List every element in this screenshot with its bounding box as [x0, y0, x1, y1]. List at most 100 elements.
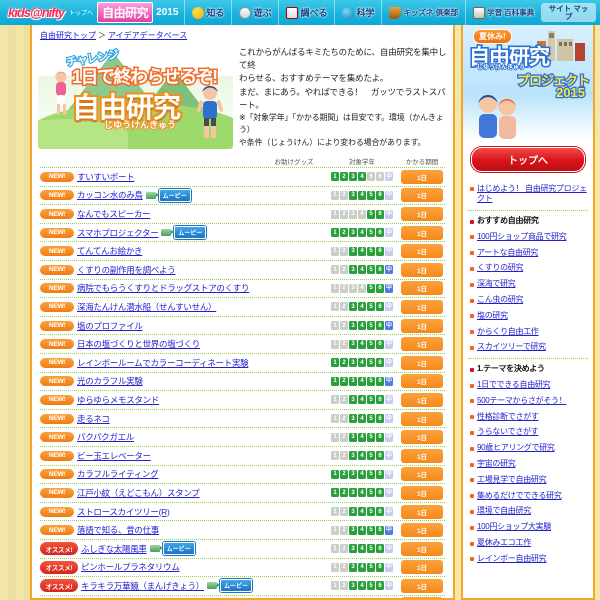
idea-link[interactable]: なんでもスピーカー	[77, 208, 151, 220]
sidebar-item[interactable]: 塩の研究	[468, 308, 588, 324]
idea-link[interactable]: 光のカラフル実験	[77, 375, 143, 387]
bullet-icon	[470, 330, 474, 335]
idea-link[interactable]: 病院でもらうくすりとドラッグストアのくすり	[77, 282, 250, 294]
sidebar-item[interactable]: レインボー自由研究	[468, 551, 588, 567]
movie-badge[interactable]: ムービー	[162, 542, 195, 556]
nav-item-encyclopedia[interactable]: 学習 百科事典	[465, 0, 541, 25]
kidsnifty-logo[interactable]: kids@nifty	[6, 5, 66, 20]
new-badge[interactable]: NEW!	[40, 506, 74, 517]
new-badge[interactable]: NEW!	[40, 525, 74, 536]
idea-link[interactable]: キラキラ万華鏡（まんげきょう）	[81, 580, 204, 592]
new-badge[interactable]: NEW!	[40, 301, 74, 312]
sidebar-item[interactable]: 宇宙の研究	[468, 457, 588, 473]
gn-top-link[interactable]: トップへ	[69, 8, 93, 17]
sidebar-item[interactable]: 夏休みエコ工作	[468, 536, 588, 552]
idea-link[interactable]: カッコン水のみ鳥	[77, 189, 143, 201]
idea-link[interactable]: 走るネコ	[77, 413, 110, 425]
sitemap-link[interactable]: サイト マップ	[541, 2, 596, 23]
grade-badge-3: 3	[349, 581, 357, 591]
new-badge[interactable]: NEW!	[40, 227, 74, 238]
sidebar-top-button[interactable]: トップへ	[471, 147, 585, 172]
new-badge[interactable]: NEW!	[40, 357, 74, 368]
new-badge[interactable]: NEW!	[40, 339, 74, 350]
nav-item-asobu[interactable]: 遊ぶ	[231, 0, 278, 25]
sidebar-item[interactable]: 環境で自由研究	[468, 504, 588, 520]
sidebar-item[interactable]: 1日でできる自由研究	[468, 378, 588, 394]
sidebar-item[interactable]: はじめよう！ 自由研究プロジェクト	[468, 181, 588, 208]
idea-link[interactable]: カラフルライティング	[77, 468, 159, 480]
breadcrumb-home[interactable]: 自由研究トップ	[40, 31, 96, 40]
nav-item-kagaku[interactable]: 科学	[334, 0, 381, 25]
bullet-icon	[470, 266, 474, 271]
sidebar-item[interactable]: 集めるだけでできる研究	[468, 488, 588, 504]
new-badge[interactable]: NEW!	[40, 190, 74, 201]
new-badge[interactable]: NEW!	[40, 246, 74, 257]
gn-title[interactable]: 自由研究	[97, 2, 154, 23]
movie-badge[interactable]: ムービー	[220, 579, 253, 593]
sidebar-item[interactable]: 性格診断でさがす	[468, 409, 588, 425]
idea-link[interactable]: スマホプロジェクター	[77, 227, 159, 239]
movie-badge[interactable]: ムービー	[174, 226, 207, 240]
grade-badge-中: 中	[385, 172, 393, 182]
sidebar-item[interactable]: こん虫の研究	[468, 293, 588, 309]
new-badge[interactable]: NEW!	[40, 283, 74, 294]
sidebar-item[interactable]: くすりの研究	[468, 261, 588, 277]
idea-link[interactable]: ストロースカイツリー(R)	[77, 506, 170, 518]
grade-badge-1: 1	[331, 544, 339, 554]
recommended-badge[interactable]: オススメ!	[40, 542, 78, 556]
idea-link[interactable]: 日本の塩づくりと世界の塩づくり	[77, 338, 200, 350]
movie-badge[interactable]: ムービー	[158, 188, 191, 202]
new-badge[interactable]: NEW!	[40, 469, 74, 480]
hero-banner[interactable]: チャレンジ 1日で終わらせるぞ! 自由研究 じゆうけんきゅう	[38, 44, 233, 149]
table-row: NEW! カラフルライティング 1 2 3 4 5 6 中 1日	[40, 466, 445, 485]
new-badge[interactable]: NEW!	[40, 487, 74, 498]
new-badge[interactable]: NEW!	[40, 264, 74, 275]
nav-item-shiru[interactable]: 知る	[184, 0, 231, 25]
idea-link[interactable]: すいすいボート	[77, 171, 135, 183]
sidebar-item[interactable]: スカイツリーで研究	[468, 340, 588, 356]
row-title-cell: NEW! なんでもスピーカー	[40, 208, 263, 220]
new-badge[interactable]: NEW!	[40, 432, 74, 443]
idea-link[interactable]: ビー玉エレベーター	[77, 450, 151, 462]
sidebar-item[interactable]: からくり自由工作	[468, 324, 588, 340]
new-badge[interactable]: NEW!	[40, 413, 74, 424]
idea-link[interactable]: 塩のプロファイル	[77, 320, 143, 332]
nav-item-shiraberu[interactable]: 調べる	[278, 0, 334, 25]
new-badge[interactable]: NEW!	[40, 209, 74, 220]
idea-link[interactable]: パクパクガエル	[77, 431, 134, 443]
sidebar-item[interactable]: 工場見学で自由研究	[468, 472, 588, 488]
sidebar-item[interactable]: 100円ショップ商品で研究	[468, 229, 588, 245]
idea-link[interactable]: レインボールームでカラーコーディネート実験	[77, 357, 249, 369]
new-badge[interactable]: NEW!	[40, 450, 74, 461]
nav-item-kidsnet-club[interactable]: キッズネ 倶楽部	[381, 0, 465, 25]
idea-link[interactable]: ピンホールプラネタリウム	[81, 561, 180, 573]
sidebar-group: 1.テーマを決めよう 1日でできる自由研究 500テーマからさがそう！ 性格診断でさが…	[468, 357, 588, 569]
sidebar-item[interactable]: 500テーマからさがそう！	[468, 393, 588, 409]
breadcrumb-current[interactable]: アイデアデータベース	[108, 31, 187, 40]
recommended-badge[interactable]: オススメ!	[40, 579, 78, 593]
term-pill: 1日	[401, 244, 443, 259]
grade-badge-3: 3	[349, 190, 357, 200]
idea-link[interactable]: 深海たんけん潜水船（せんすいせん）	[77, 301, 217, 313]
row-title-cell: NEW! くすりの副作用を調べよう	[40, 264, 263, 276]
idea-link[interactable]: くすりの副作用を調べよう	[77, 264, 176, 276]
sidebar-banner[interactable]: 夏休み! 自由研究 じゆうけんきゅう プロジェクト 2015	[463, 25, 593, 140]
new-badge[interactable]: NEW!	[40, 171, 74, 182]
idea-link[interactable]: ふしぎな太陽風車	[81, 543, 147, 555]
new-badge[interactable]: NEW!	[40, 394, 74, 405]
idea-link[interactable]: 江戸小紋（えどこもん）スタンプ	[77, 487, 200, 499]
term-cell: 1日	[399, 262, 445, 277]
row-title-cell: NEW! 走るネコ	[40, 413, 263, 425]
new-badge[interactable]: NEW!	[40, 376, 74, 387]
recommended-badge[interactable]: オススメ!	[40, 560, 78, 574]
sidebar-item[interactable]: 90歳ヒアリングで研究	[468, 441, 588, 457]
idea-link[interactable]: てんてんお絵かき	[77, 245, 142, 257]
sidebar-item-label: 500テーマからさがそう！	[477, 395, 567, 405]
new-badge[interactable]: NEW!	[40, 320, 74, 331]
sidebar-item[interactable]: 100円ショップ大実験	[468, 520, 588, 536]
idea-link[interactable]: ゆらゆらメモスタンド	[77, 394, 159, 406]
sidebar-item[interactable]: アートな自由研究	[468, 245, 588, 261]
sidebar-item[interactable]: うらないでさがす	[468, 425, 588, 441]
sidebar-item[interactable]: 深海で研究	[468, 277, 588, 293]
idea-link[interactable]: 落語で知る、昔の仕事	[77, 524, 159, 536]
